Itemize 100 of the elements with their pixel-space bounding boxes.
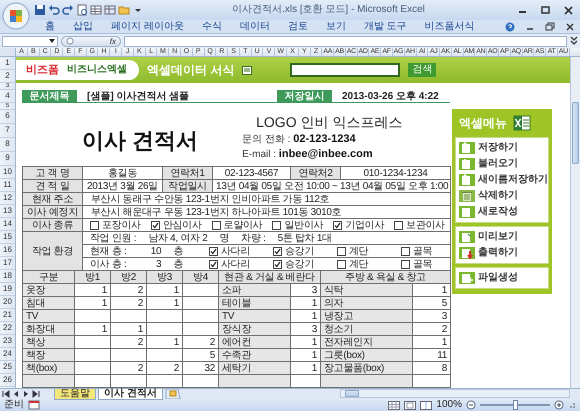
- expand-icon[interactable]: [570, 36, 578, 46]
- row-header[interactable]: 26: [0, 374, 15, 387]
- checkbox[interactable]: [333, 220, 342, 230]
- row-header[interactable]: 9: [0, 152, 15, 166]
- row-header[interactable]: 15: [0, 231, 15, 244]
- table-icon[interactable]: [104, 4, 116, 16]
- sheet-tab[interactable]: 도움말: [54, 389, 96, 400]
- first-sheet-icon[interactable]: [2, 390, 10, 398]
- item-name: 옷장: [22, 284, 74, 296]
- menu-button[interactable]: 삭제하기: [458, 188, 519, 204]
- checkbox[interactable]: [272, 220, 282, 230]
- row-header[interactable]: 13: [0, 205, 15, 218]
- field-label: 작업일시: [162, 180, 212, 192]
- page-view-icon[interactable]: [404, 400, 416, 410]
- restore-icon[interactable]: [545, 22, 555, 32]
- checkbox[interactable]: [150, 220, 160, 230]
- sheet-tab[interactable]: 이사 견적서: [98, 389, 163, 400]
- ribbon-tab[interactable]: 데이터: [230, 20, 279, 32]
- scroll-thumb[interactable]: [572, 102, 579, 164]
- row-header[interactable]: 22: [0, 322, 15, 335]
- row-header[interactable]: 17: [0, 257, 15, 270]
- redo-icon[interactable]: [62, 4, 74, 16]
- row-header[interactable]: 23: [0, 335, 15, 348]
- ribbon-tab[interactable]: 개발 도구: [354, 20, 416, 32]
- row-header[interactable]: 24: [0, 348, 15, 361]
- ribbon-tab[interactable]: 삽입: [64, 20, 102, 32]
- row-header[interactable]: 2: [0, 70, 15, 83]
- row-header[interactable]: 16: [0, 244, 15, 257]
- row-header[interactable]: 18: [0, 270, 15, 283]
- row-header[interactable]: 4: [0, 90, 15, 103]
- menu-button[interactable]: 파일생성: [458, 270, 519, 286]
- scroll-thumb[interactable]: [345, 390, 359, 397]
- help-icon[interactable]: [505, 22, 515, 32]
- ribbon-tab[interactable]: 검토: [278, 20, 317, 32]
- quantity-cell: 1: [74, 296, 110, 310]
- checkbox[interactable]: [273, 246, 282, 256]
- horizontal-scrollbar[interactable]: [340, 389, 570, 398]
- ribbon-tab[interactable]: 홈: [36, 20, 64, 32]
- formula-field[interactable]: [124, 36, 567, 46]
- search-field[interactable]: [290, 63, 400, 77]
- close-icon[interactable]: [565, 22, 575, 32]
- row-header[interactable]: 8: [0, 138, 15, 152]
- menu-button[interactable]: 저장하기: [458, 140, 519, 156]
- ribbon-tab[interactable]: 보기: [316, 20, 355, 32]
- zoom-out-icon[interactable]: [466, 400, 476, 410]
- menu-button[interactable]: 불러오기: [458, 156, 519, 172]
- row-header[interactable]: 19: [0, 283, 15, 296]
- checkbox[interactable]: [337, 246, 346, 256]
- grid-view-icon[interactable]: [388, 400, 400, 410]
- checkbox[interactable]: [90, 220, 99, 230]
- field-label: 작업 인원 :: [90, 232, 136, 244]
- checkbox[interactable]: [401, 260, 410, 268]
- page-break-icon[interactable]: [420, 400, 432, 410]
- macro-icon[interactable]: [28, 400, 40, 410]
- menu-button[interactable]: 미리보기: [458, 229, 519, 245]
- item-name: 책상: [22, 336, 74, 348]
- checkbox[interactable]: [212, 220, 221, 230]
- document-icon[interactable]: [76, 4, 88, 16]
- row-header[interactable]: 14: [0, 218, 15, 231]
- function-button[interactable]: fx: [61, 36, 121, 46]
- item-name: 청소기: [320, 322, 412, 336]
- row-header[interactable]: 7: [0, 124, 15, 138]
- checkbox[interactable]: [337, 260, 346, 268]
- zoom-in-icon[interactable]: [554, 400, 564, 410]
- undo-icon[interactable]: [48, 4, 60, 16]
- row-header[interactable]: 12: [0, 192, 15, 205]
- checkbox[interactable]: [394, 220, 404, 230]
- checkbox[interactable]: [273, 260, 282, 268]
- close-icon[interactable]: [563, 4, 574, 16]
- ribbon-tab[interactable]: 수식: [192, 20, 231, 32]
- saved-date: 2013-03-26 오후 4:22: [341, 90, 440, 102]
- checkbox[interactable]: [401, 246, 410, 256]
- checkbox[interactable]: [209, 246, 218, 256]
- new-sheet-icon[interactable]: [164, 389, 181, 399]
- save-icon[interactable]: [34, 4, 46, 16]
- row-header[interactable]: 20: [0, 296, 15, 309]
- field-value: 10: [150, 246, 162, 256]
- row-header[interactable]: 10: [0, 166, 15, 179]
- maximize-icon[interactable]: [540, 4, 551, 16]
- row-header[interactable]: 25: [0, 361, 15, 374]
- item-name: TV: [218, 310, 290, 322]
- menu-button[interactable]: 새로작성: [458, 204, 519, 220]
- item-name: 전자레인지: [320, 336, 412, 348]
- resize-grip-icon[interactable]: [568, 401, 576, 409]
- menu-button[interactable]: 새이름저장하기: [458, 172, 549, 188]
- field-value: 부산시 동래구 수안동 123-1번지 인비아파트 가동 112호: [82, 192, 450, 206]
- row-header[interactable]: 21: [0, 309, 15, 322]
- field-value: 남자 4, 여자 2: [148, 232, 208, 244]
- menu-button[interactable]: 출력하기: [458, 245, 519, 261]
- row-header[interactable]: 1: [0, 57, 15, 70]
- checkbox[interactable]: [209, 260, 218, 268]
- ribbon-tab[interactable]: 페이지 레이아웃: [102, 20, 193, 32]
- vertical-scrollbar[interactable]: [570, 57, 580, 388]
- table-icon[interactable]: [90, 4, 102, 16]
- last-sheet-icon[interactable]: [32, 390, 40, 398]
- ribbon-tab[interactable]: 비즈폼서식: [416, 20, 484, 32]
- row-header[interactable]: 11: [0, 179, 15, 192]
- search-button[interactable]: 검색: [408, 63, 436, 77]
- slider-thumb[interactable]: [513, 400, 518, 410]
- row-header[interactable]: 6: [0, 110, 15, 124]
